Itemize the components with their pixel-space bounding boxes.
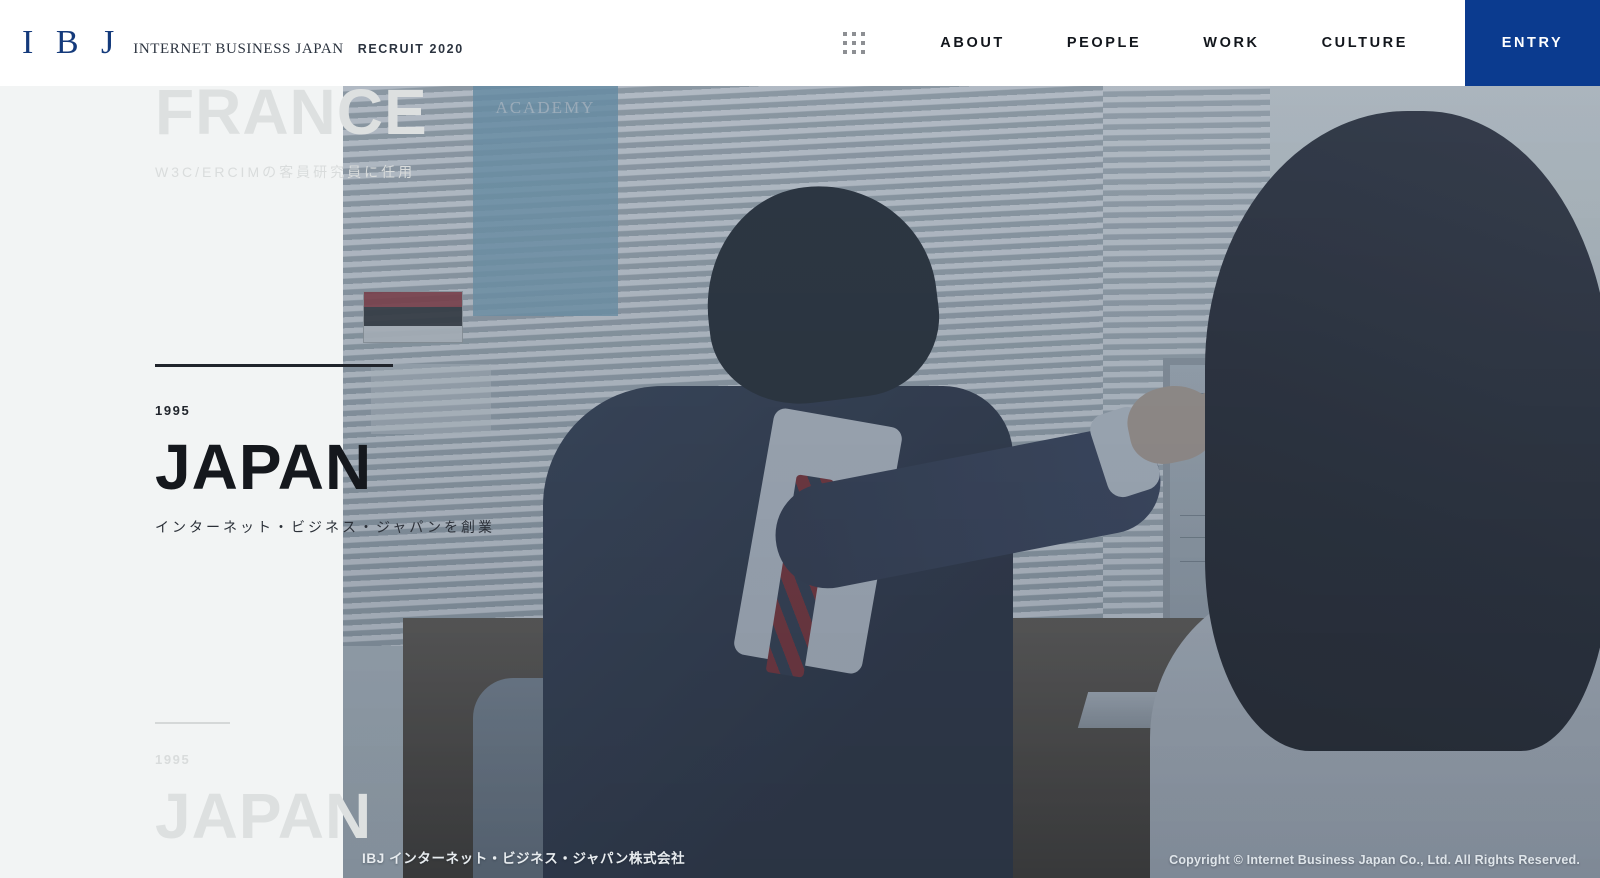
photo-color-tint [343, 86, 1600, 878]
nav-item-about[interactable]: ABOUT [909, 35, 1036, 51]
nav-links: ABOUT PEOPLE WORK CULTURE [909, 35, 1439, 51]
left-content-panel [0, 86, 343, 878]
nav-item-culture[interactable]: CULTURE [1291, 35, 1439, 51]
brand-logo-name: INTERNET BUSINESS JAPAN [133, 41, 344, 57]
brand-recruit-label: RECRUIT 2020 [357, 42, 464, 56]
top-navigation-bar: I B J INTERNET BUSINESS JAPAN RECRUIT 20… [0, 0, 1600, 86]
page-stage: ACADEMY [0, 0, 1600, 878]
nav-item-people[interactable]: PEOPLE [1036, 35, 1172, 51]
brand-logo-mark: I B J [22, 24, 122, 61]
brand-logo[interactable]: I B J INTERNET BUSINESS JAPAN RECRUIT 20… [22, 26, 464, 60]
entry-button[interactable]: ENTRY [1465, 0, 1600, 86]
grid-dots-icon[interactable] [843, 32, 866, 54]
nav-right-group: ABOUT PEOPLE WORK CULTURE ENTRY [843, 0, 1600, 86]
hero-photo: ACADEMY [343, 86, 1600, 878]
nav-item-work[interactable]: WORK [1172, 35, 1290, 51]
